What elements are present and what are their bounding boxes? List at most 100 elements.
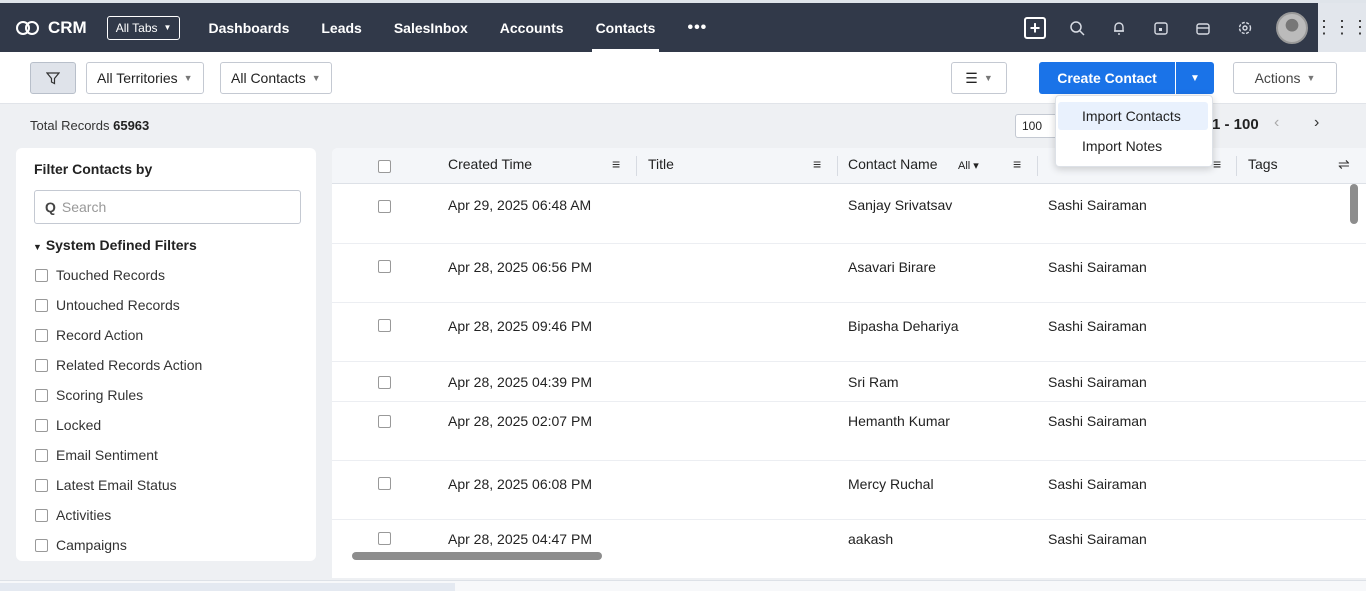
brand[interactable]: CRM xyxy=(16,18,87,38)
table-row[interactable]: Apr 28, 2025 04:39 PM Sri Ram Sashi Sair… xyxy=(332,362,1366,402)
checkbox[interactable] xyxy=(35,418,48,432)
settings-button[interactable] xyxy=(1224,3,1266,52)
scrollbar-thumb[interactable] xyxy=(352,552,602,560)
vertical-scrollbar[interactable] xyxy=(1350,184,1358,224)
filter-scoring-rules[interactable]: Scoring Rules xyxy=(35,387,143,403)
create-options-toggle[interactable]: ▼ xyxy=(1176,62,1214,94)
apps-grid-button[interactable]: ⋮⋮⋮ xyxy=(1315,3,1366,52)
filter-record-action[interactable]: Record Action xyxy=(35,327,143,343)
contact-name-filter-label: All xyxy=(958,160,971,172)
column-menu-icon[interactable]: ≡ xyxy=(813,156,821,172)
table-row[interactable]: Apr 28, 2025 06:08 PM Mercy Ruchal Sashi… xyxy=(332,461,1366,520)
filter-search-input[interactable]: Q Search xyxy=(34,190,301,224)
table-row[interactable]: Apr 28, 2025 06:56 PM Asavari Birare Sas… xyxy=(332,244,1366,303)
quick-create-button[interactable]: + xyxy=(1014,3,1056,52)
cell-contact-name[interactable]: Bipasha Dehariya xyxy=(848,318,959,334)
menu-item-import-notes[interactable]: Import Notes xyxy=(1058,132,1208,160)
contact-name-filter[interactable]: All ▾ xyxy=(958,159,979,172)
checkbox[interactable] xyxy=(35,328,48,342)
tab-leads[interactable]: Leads xyxy=(305,3,377,52)
column-tags[interactable]: Tags xyxy=(1248,156,1278,172)
column-settings-icon[interactable]: ⇌ xyxy=(1338,156,1350,173)
calendar-icon xyxy=(1154,21,1168,35)
cell-contact-name[interactable]: Sri Ram xyxy=(848,374,899,390)
filter-email-sentiment[interactable]: Email Sentiment xyxy=(35,447,158,463)
checkbox[interactable] xyxy=(35,508,48,522)
checkbox[interactable] xyxy=(35,388,48,402)
cell-created-time: Apr 28, 2025 06:08 PM xyxy=(448,476,592,492)
tab-salesinbox[interactable]: SalesInbox xyxy=(378,3,484,52)
filter-campaigns[interactable]: Campaigns xyxy=(35,537,127,553)
filter-related-records-action[interactable]: Related Records Action xyxy=(35,357,202,373)
cell-contact-name[interactable]: aakash xyxy=(848,531,893,547)
horizontal-scrollbar[interactable] xyxy=(346,549,1356,563)
filter-latest-email-status[interactable]: Latest Email Status xyxy=(35,477,177,493)
nav-actions: + ⋮⋮⋮ xyxy=(1014,3,1366,52)
checkbox[interactable] xyxy=(35,298,48,312)
column-menu-icon[interactable]: ≡ xyxy=(612,156,620,172)
column-resize-handle[interactable] xyxy=(636,156,637,176)
search-icon: Q xyxy=(45,199,56,215)
column-resize-handle[interactable] xyxy=(837,156,838,176)
checkbox[interactable] xyxy=(35,268,48,282)
next-page-button[interactable]: › xyxy=(1314,114,1319,132)
total-records-label: Total Records xyxy=(30,118,110,133)
row-checkbox[interactable] xyxy=(378,319,391,332)
filter-activities[interactable]: Activities xyxy=(35,507,111,523)
all-tabs-dropdown[interactable]: All Tabs ▼ xyxy=(106,15,181,40)
checkbox[interactable] xyxy=(35,448,48,462)
marketplace-button[interactable] xyxy=(1182,3,1224,52)
row-checkbox[interactable] xyxy=(378,415,391,428)
tab-dashboards[interactable]: Dashboards xyxy=(192,3,305,52)
filter-touched-records[interactable]: Touched Records xyxy=(35,267,165,283)
row-checkbox[interactable] xyxy=(378,477,391,490)
territories-dropdown[interactable]: All Territories ▼ xyxy=(86,62,204,94)
previous-page-button[interactable]: ‹ xyxy=(1274,114,1279,132)
cell-contact-name[interactable]: Mercy Ruchal xyxy=(848,476,934,492)
caret-down-icon: ▼ xyxy=(33,242,42,252)
checkbox[interactable] xyxy=(35,538,48,552)
view-mode-dropdown[interactable]: ☰ ▼ xyxy=(951,62,1007,94)
table-row[interactable]: Apr 28, 2025 09:46 PM Bipasha Dehariya S… xyxy=(332,303,1366,362)
cell-contact-name[interactable]: Sanjay Srivatsav xyxy=(848,197,952,213)
custom-view-dropdown[interactable]: All Contacts ▼ xyxy=(220,62,332,94)
notifications-button[interactable] xyxy=(1098,3,1140,52)
column-resize-handle[interactable] xyxy=(1236,156,1237,176)
filter-label: Latest Email Status xyxy=(56,477,177,493)
filter-untouched-records[interactable]: Untouched Records xyxy=(35,297,180,313)
column-contact-name[interactable]: Contact Name xyxy=(848,156,937,172)
calendar-button[interactable] xyxy=(1140,3,1182,52)
create-contact-button[interactable]: Create Contact xyxy=(1039,62,1175,94)
bottom-bar-segment xyxy=(0,583,455,591)
system-filters-group-toggle[interactable]: ▼ System Defined Filters xyxy=(33,237,197,253)
list-view-icon: ☰ xyxy=(965,69,978,86)
more-tabs-button[interactable]: ••• xyxy=(671,3,723,52)
column-created-time[interactable]: Created Time xyxy=(448,156,532,172)
table-row[interactable]: Apr 28, 2025 02:07 PM Hemanth Kumar Sash… xyxy=(332,402,1366,461)
filter-locked[interactable]: Locked xyxy=(35,417,101,433)
cell-contact-name[interactable]: Hemanth Kumar xyxy=(848,413,950,429)
filter-toggle-button[interactable] xyxy=(30,62,76,94)
column-title[interactable]: Title xyxy=(648,156,674,172)
tab-contacts[interactable]: Contacts xyxy=(580,3,672,52)
row-checkbox[interactable] xyxy=(378,532,391,545)
chevron-left-icon: ‹ xyxy=(1274,114,1280,131)
filter-label: Touched Records xyxy=(56,267,165,283)
select-all-checkbox[interactable] xyxy=(378,160,391,173)
row-checkbox[interactable] xyxy=(378,200,391,213)
tab-accounts[interactable]: Accounts xyxy=(484,3,580,52)
column-menu-icon[interactable]: ≡ xyxy=(1013,156,1021,172)
menu-item-import-contacts[interactable]: Import Contacts xyxy=(1058,102,1208,130)
table-row[interactable]: Apr 29, 2025 06:48 AM Sanjay Srivatsav S… xyxy=(332,184,1366,244)
filter-label: Campaigns xyxy=(56,537,127,553)
user-avatar[interactable] xyxy=(1276,11,1308,44)
cell-contact-name[interactable]: Asavari Birare xyxy=(848,259,936,275)
row-checkbox[interactable] xyxy=(378,260,391,273)
actions-dropdown[interactable]: Actions ▼ xyxy=(1233,62,1337,94)
column-menu-icon[interactable]: ≡ xyxy=(1213,156,1221,172)
search-button[interactable] xyxy=(1056,3,1098,52)
checkbox[interactable] xyxy=(35,478,48,492)
column-resize-handle[interactable] xyxy=(1037,156,1038,176)
checkbox[interactable] xyxy=(35,358,48,372)
row-checkbox[interactable] xyxy=(378,376,391,389)
